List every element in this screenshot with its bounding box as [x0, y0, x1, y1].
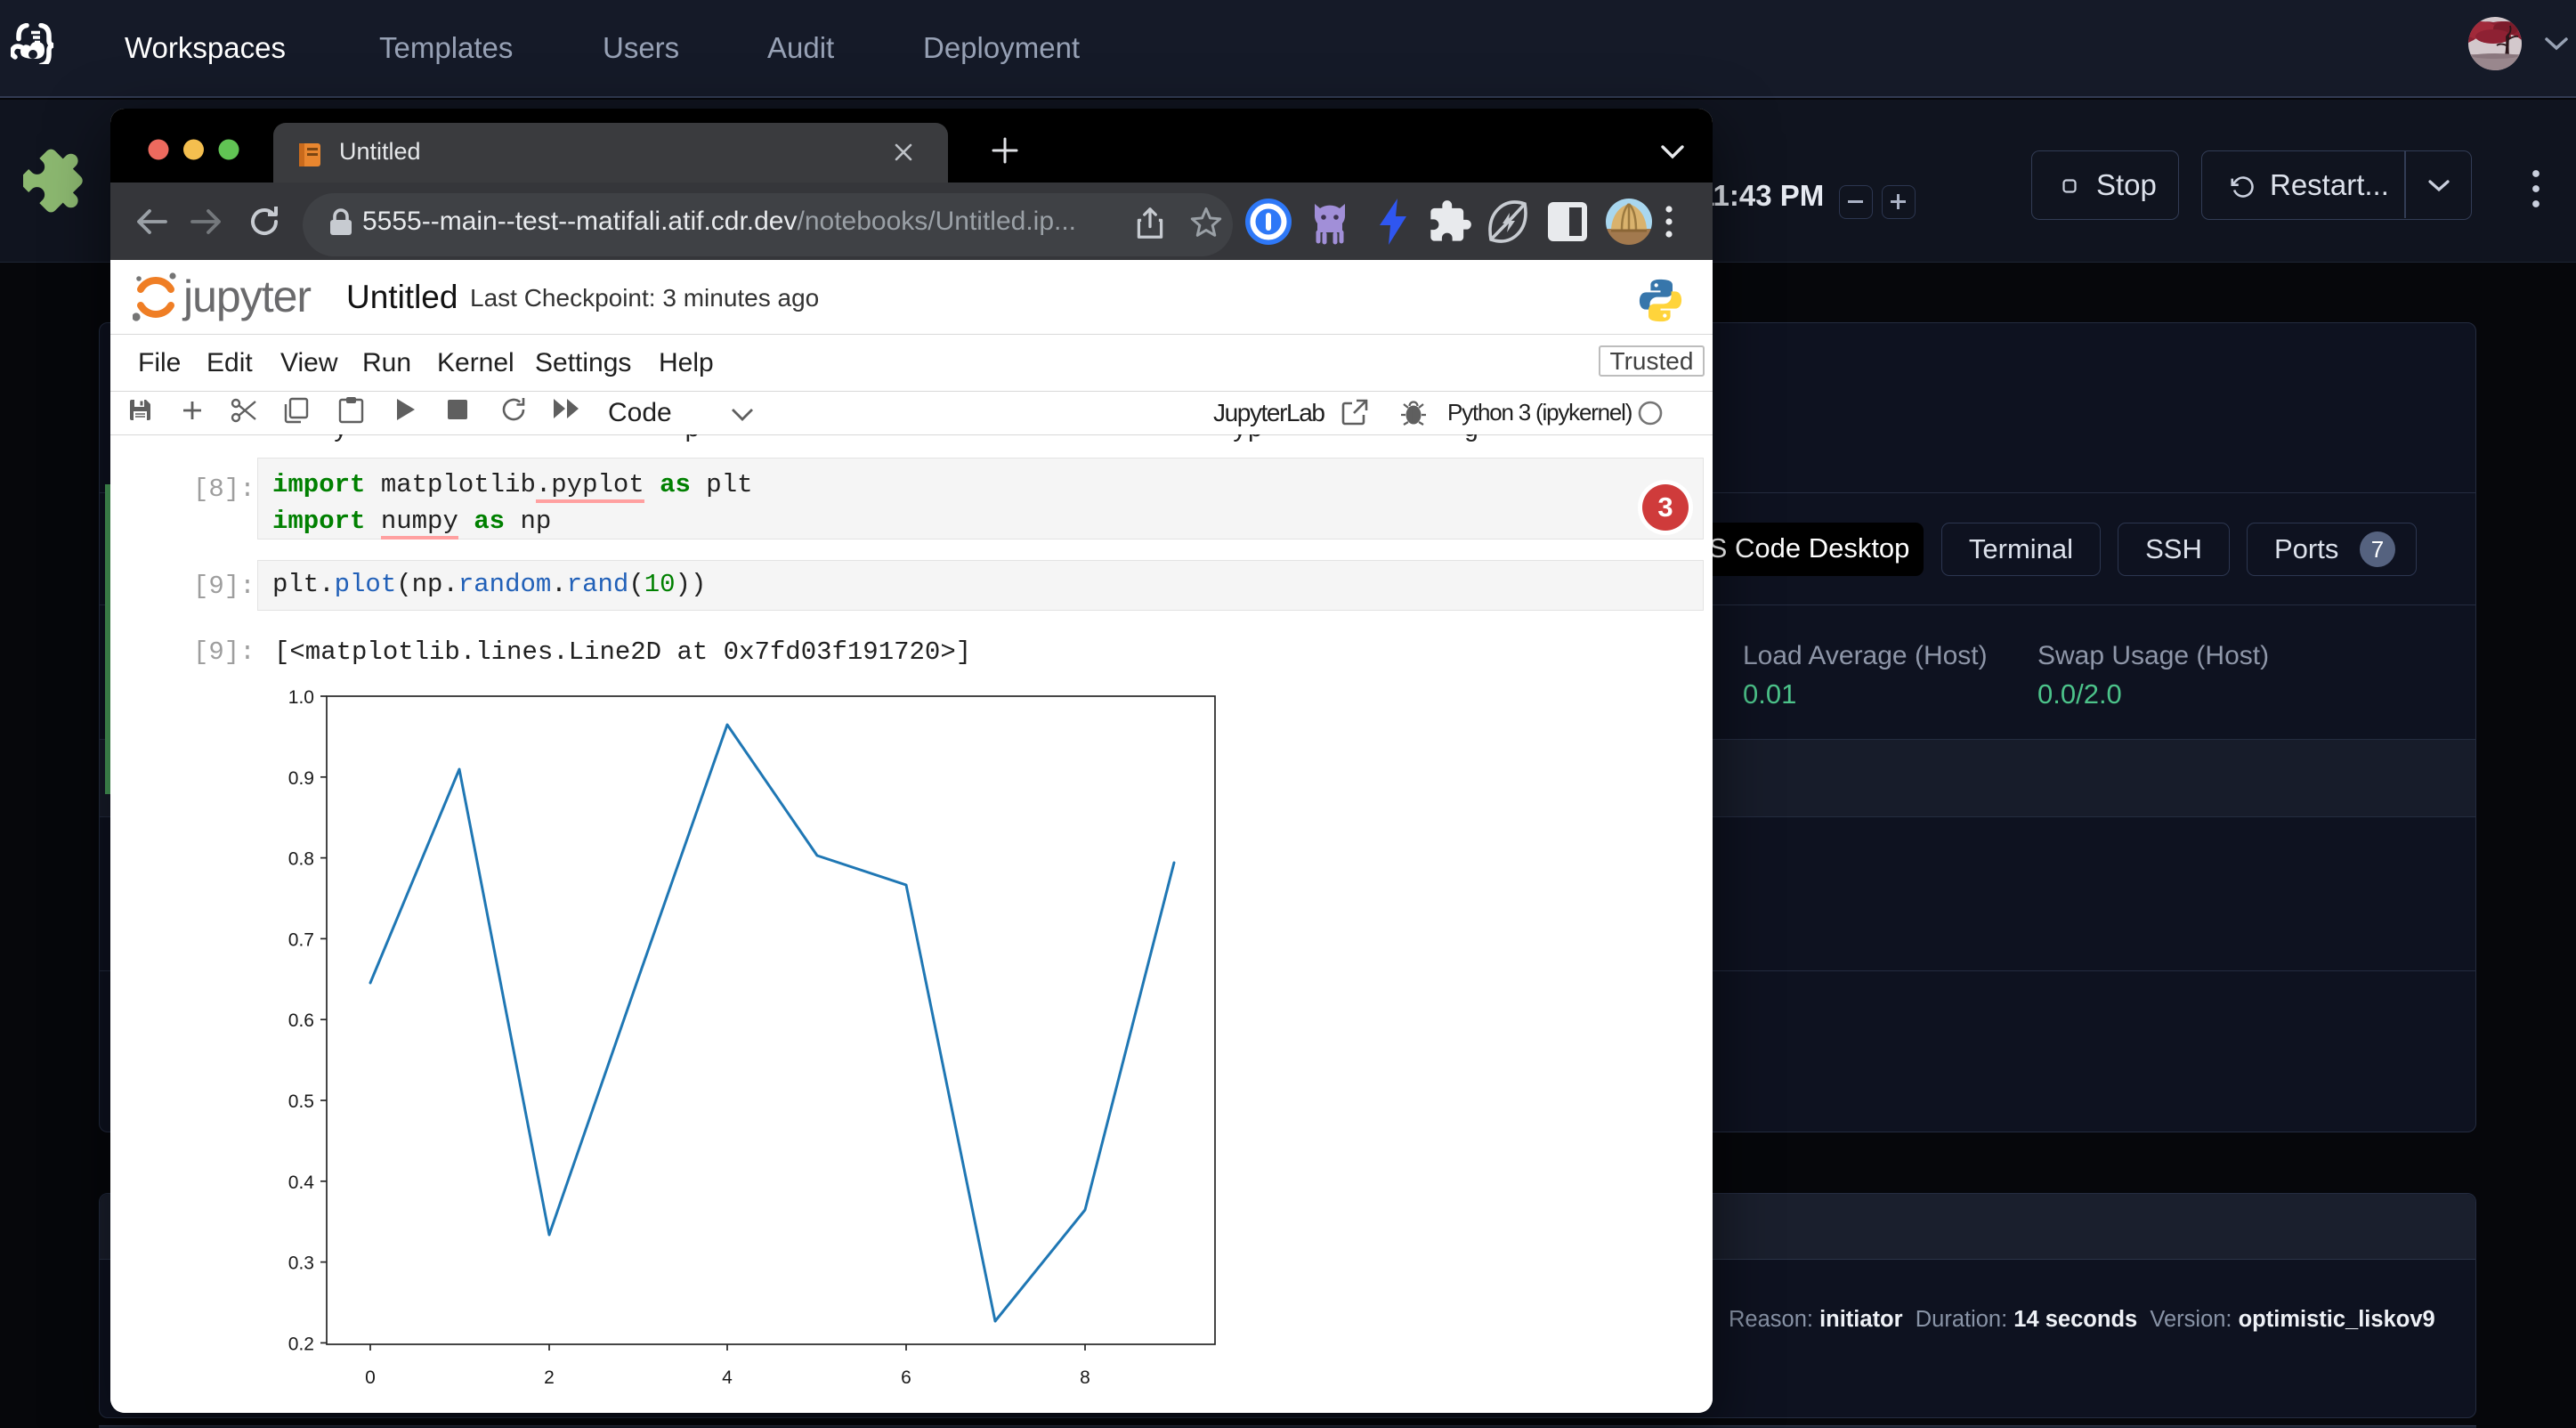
- svg-text:0.6: 0.6: [288, 1010, 314, 1031]
- svg-text:1.0: 1.0: [288, 687, 314, 708]
- svg-text:6: 6: [901, 1367, 911, 1388]
- svg-text:0.2: 0.2: [288, 1334, 314, 1354]
- svg-text:0.3: 0.3: [288, 1254, 314, 1274]
- svg-text:0.4: 0.4: [288, 1172, 315, 1193]
- svg-text:0.8: 0.8: [288, 849, 314, 870]
- svg-text:8: 8: [1080, 1367, 1090, 1388]
- svg-text:2: 2: [544, 1367, 555, 1388]
- svg-text:4: 4: [722, 1367, 733, 1388]
- svg-text:0: 0: [365, 1367, 376, 1388]
- svg-text:0.9: 0.9: [288, 768, 314, 789]
- svg-text:0.5: 0.5: [288, 1091, 314, 1112]
- svg-text:0.7: 0.7: [288, 929, 314, 950]
